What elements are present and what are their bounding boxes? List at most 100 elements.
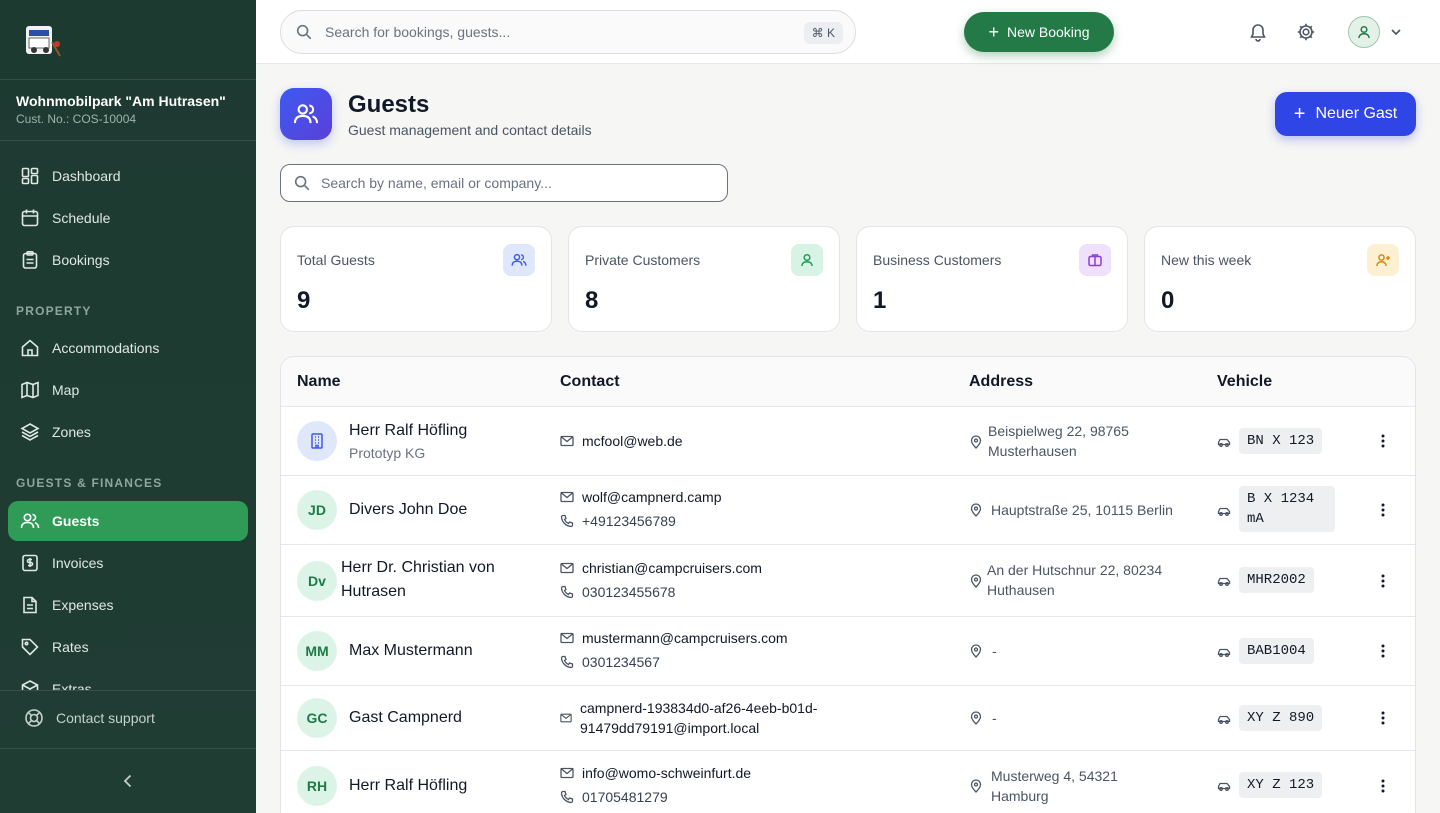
guest-email[interactable]: campnerd-193834d0-af26-4eeb-b01d- 91479d… <box>560 698 817 738</box>
sidebar-item-guests[interactable]: Guests <box>8 501 248 541</box>
sidebar-item-label: Accommodations <box>52 340 160 356</box>
more-vertical-icon[interactable] <box>1375 643 1391 659</box>
car-icon <box>1217 438 1231 447</box>
more-vertical-icon[interactable] <box>1375 710 1391 726</box>
chevron-left-icon[interactable] <box>118 771 138 791</box>
sidebar-item-label: Rates <box>52 639 89 655</box>
column-header-address[interactable]: Address <box>969 373 1033 391</box>
table-row[interactable]: MM Max Mustermann mustermann@campcruiser… <box>281 617 1415 686</box>
table-header: Name Contact Address Vehicle <box>281 357 1415 407</box>
more-vertical-icon[interactable] <box>1375 433 1391 449</box>
map-pin-icon <box>970 503 982 517</box>
map-pin-icon <box>970 574 982 588</box>
more-vertical-icon[interactable] <box>1375 573 1391 589</box>
sidebar-item-accommodations[interactable]: Accommodations <box>8 328 248 368</box>
table-row[interactable]: RH Herr Ralf Höfling info@womo-schweinfu… <box>281 751 1415 813</box>
users-icon <box>20 513 40 529</box>
email-text: wolf@campnerd.camp <box>582 489 722 505</box>
gear-icon[interactable] <box>1296 22 1316 42</box>
guest-email[interactable]: christian@campcruisers.com <box>560 560 762 576</box>
sidebar-item-label: Invoices <box>52 555 104 571</box>
sidebar-item-zones[interactable]: Zones <box>8 412 248 452</box>
bell-icon[interactable] <box>1248 22 1268 42</box>
table-row[interactable]: Dv Herr Dr. Christian von Hutrasen chris… <box>281 545 1415 617</box>
plus-icon: + <box>988 22 999 42</box>
stat-value: 8 <box>585 287 599 314</box>
sidebar-item-schedule[interactable]: Schedule <box>8 198 248 238</box>
sidebar-item-label: Bookings <box>52 252 110 268</box>
phone-icon <box>560 514 574 528</box>
guest-phone[interactable]: 01705481279 <box>560 789 668 805</box>
email-text: mustermann@campcruisers.com <box>582 630 788 646</box>
guest-name[interactable]: Herr Ralf Höfling <box>349 419 467 443</box>
license-plate: B X 1234 mA <box>1239 486 1335 532</box>
invoice-icon <box>22 554 38 572</box>
sidebar-item-bookings[interactable]: Bookings <box>8 240 248 280</box>
guest-avatar: MM <box>297 631 337 671</box>
building-icon <box>311 433 323 449</box>
more-vertical-icon[interactable] <box>1375 502 1391 518</box>
sidebar-item-invoices[interactable]: Invoices <box>8 543 248 583</box>
table-row[interactable]: GC Gast Campnerd campnerd-193834d0-af26-… <box>281 686 1415 751</box>
column-header-contact[interactable]: Contact <box>560 373 620 391</box>
guest-email[interactable]: mcfool@web.de <box>560 433 683 449</box>
chevron-down-icon[interactable] <box>1388 24 1404 40</box>
stat-icon-badge <box>503 244 535 276</box>
table-row[interactable]: JD Divers John Doe wolf@campnerd.camp +4… <box>281 476 1415 545</box>
contact-support-link[interactable]: Contact support <box>24 708 155 728</box>
sidebar-item-dashboard[interactable]: Dashboard <box>8 156 248 196</box>
stat-card-business-customers: Business Customers 1 <box>856 226 1128 332</box>
page-subtitle: Guest management and contact details <box>348 122 592 138</box>
column-header-vehicle[interactable]: Vehicle <box>1217 373 1272 391</box>
global-search[interactable]: ⌘ K <box>280 10 856 54</box>
guest-search-input[interactable] <box>321 175 711 191</box>
sidebar-item-map[interactable]: Map <box>8 370 248 410</box>
stat-card-private-customers: Private Customers 8 <box>568 226 840 332</box>
page-title: Guests <box>348 91 430 118</box>
sidebar-item-label: Expenses <box>52 597 114 613</box>
sidebar-item-expenses[interactable]: Expenses <box>8 585 248 625</box>
sidebar-divider <box>0 79 256 80</box>
sidebar-item-rates[interactable]: Rates <box>8 627 248 667</box>
guest-name[interactable]: Max Mustermann <box>349 639 473 663</box>
car-icon <box>1217 782 1231 791</box>
briefcase-icon <box>1088 254 1102 267</box>
guest-company: Prototyp KG <box>349 445 426 461</box>
sidebar-item-extras[interactable]: Extras <box>8 669 248 690</box>
guest-email[interactable]: info@womo-schweinfurt.de <box>560 765 751 781</box>
more-vertical-icon[interactable] <box>1375 778 1391 794</box>
guest-phone[interactable]: +49123456789 <box>560 513 676 529</box>
new-guest-button[interactable]: + Neuer Gast <box>1275 92 1416 136</box>
org-name[interactable]: Wohnmobilpark "Am Hutrasen" <box>16 93 226 109</box>
guest-email[interactable]: mustermann@campcruisers.com <box>560 630 788 646</box>
user-avatar[interactable] <box>1348 16 1380 48</box>
guest-name[interactable]: Gast Campnerd <box>349 706 462 730</box>
mail-icon <box>560 767 574 779</box>
stat-label: Business Customers <box>873 252 1002 268</box>
logo-icon[interactable] <box>24 22 64 62</box>
layers-icon <box>20 423 40 441</box>
guest-phone[interactable]: 0301234567 <box>560 654 660 670</box>
calendar-icon <box>21 209 39 227</box>
column-header-name[interactable]: Name <box>297 373 341 391</box>
sidebar: Wohnmobilpark "Am Hutrasen" Cust. No.: C… <box>0 0 256 813</box>
email-text: mcfool@web.de <box>582 433 683 449</box>
table-row[interactable]: Herr Ralf Höfling Prototyp KG mcfool@web… <box>281 407 1415 476</box>
car-icon <box>1217 577 1231 586</box>
guests-table: Name Contact Address Vehicle Herr Ralf H… <box>280 356 1416 813</box>
new-booking-button[interactable]: + New Booking <box>964 12 1114 52</box>
users-icon <box>293 104 319 124</box>
guest-search[interactable] <box>280 164 728 202</box>
section-label-guests-finances: GUESTS & FINANCES <box>16 476 163 490</box>
search-icon <box>294 175 310 191</box>
guest-name[interactable]: Divers John Doe <box>349 498 467 522</box>
guest-email[interactable]: wolf@campnerd.camp <box>560 489 722 505</box>
guest-phone[interactable]: 030123455678 <box>560 584 675 600</box>
guest-avatar: RH <box>297 766 337 806</box>
box-icon <box>21 680 39 690</box>
global-search-input[interactable] <box>325 24 765 40</box>
sidebar-item-label: Guests <box>52 513 100 529</box>
address-line-1: Hauptstraße 25, 10115 Berlin <box>991 502 1173 518</box>
guest-name[interactable]: Herr Ralf Höfling <box>349 774 467 798</box>
guest-name[interactable]: Herr Dr. Christian von Hutrasen <box>341 556 541 604</box>
